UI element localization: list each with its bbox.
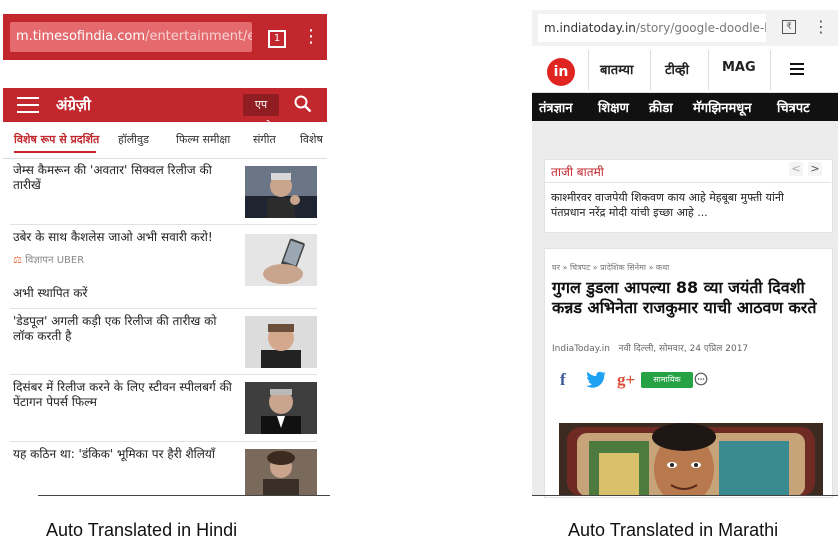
nav-separator [708, 50, 709, 90]
nav-separator [770, 50, 771, 90]
cat-movies[interactable]: चित्रपट [777, 98, 810, 116]
list-item[interactable]: दिसंबर में रिलीज करने के लिए स्टीवन स्पी… [3, 376, 327, 438]
breaking-news-title: ताजी बातमी [551, 165, 604, 179]
tab-featured[interactable]: विशेष रूप से प्रदर्शित [14, 132, 99, 147]
article-byline: IndiaToday.in नवी दिल्ली, सोमवार, 24 एप्… [552, 341, 748, 354]
nav-news[interactable]: बातम्या [600, 60, 633, 78]
search-icon[interactable] [294, 95, 312, 113]
hamburger-menu-icon[interactable] [17, 97, 39, 113]
tab-film-review[interactable]: फिल्म समीक्षा [176, 132, 230, 147]
article-thumbnail [245, 166, 317, 218]
article-thumbnail [245, 316, 317, 368]
cat-technology[interactable]: तंत्रज्ञान [539, 98, 573, 116]
list-item-ad[interactable]: उबेर के साथ कैशलेस जाओ अभी सवारी करो! ⚖ … [3, 226, 327, 306]
toolbar-gap [3, 60, 327, 88]
google-plus-icon[interactable]: g+ [617, 370, 635, 390]
comment-icon[interactable] [694, 372, 708, 386]
article-title: यह कठिन था: 'डंकिक' भूमिका पर हैरी शैलिय… [13, 447, 215, 461]
article-headline: गुगल डुडला आपल्या 88 व्या जयंती दिवशी कन… [552, 278, 817, 317]
tab-music[interactable]: संगीत [253, 132, 276, 147]
tab-hollywood[interactable]: हॉलीवुड [118, 132, 149, 147]
get-app-button[interactable]: एप पाओ [243, 94, 279, 133]
url-host: m.indiatoday.in [544, 21, 636, 35]
ad-cta[interactable]: अभी स्थापित करें [13, 284, 87, 301]
article-title: उबेर के साथ कैशलेस जाओ अभी सवारी करो! [13, 230, 213, 244]
screen-edge [38, 495, 330, 496]
ad-icon: ⚖ [13, 255, 22, 266]
nav-separator [650, 50, 651, 90]
list-item[interactable]: 'डेडपूल' अगली कड़ी एक रिलीज की तारीख को … [3, 310, 327, 372]
cat-sports[interactable]: क्रीडा [649, 98, 673, 116]
chevron-left-icon[interactable]: < [789, 162, 803, 176]
source-name: IndiaToday.in [552, 344, 610, 354]
section-title: अंग्रेज़ी [56, 96, 91, 114]
nav-separator [588, 50, 589, 90]
chevron-right-icon[interactable]: > [808, 162, 822, 176]
url-bar[interactable]: m.indiatoday.in/story/google-doodle-kan [538, 14, 766, 42]
facebook-icon[interactable]: f [560, 370, 566, 390]
right-caption: Auto Translated in Marathi [568, 520, 779, 540]
article-thumbnail [245, 234, 317, 286]
breadcrumb[interactable]: घर » चित्रपट » प्रादेशिक सिनेमा » कथा [552, 262, 669, 273]
screen-edge [532, 495, 838, 496]
whatsapp-share-button[interactable]: सामायिक [641, 372, 693, 388]
cat-magazine[interactable]: मॅगझिनमधून [693, 98, 752, 116]
article-title: दिसंबर में रिलीज करने के लिए स्टीवन स्पी… [13, 380, 232, 409]
tab-special[interactable]: विशेष [300, 132, 323, 147]
category-tabs: विशेष रूप से प्रदर्शित हॉलीवुड फिल्म समी… [3, 122, 327, 159]
tab-switcher-button[interactable]: 1 [268, 30, 286, 48]
list-item[interactable]: यह कठिन था: 'डंकिक' भूमिका पर हैरी शैलिय… [3, 443, 327, 495]
left-caption: Auto Translated in Hindi [46, 520, 238, 540]
article-thumbnail [245, 449, 317, 495]
divider [10, 441, 317, 442]
nav-tv[interactable]: टीव्ही [665, 60, 689, 78]
divider [10, 308, 317, 309]
divider [10, 374, 317, 375]
google-doodle-image[interactable] [559, 423, 823, 496]
divider [544, 182, 831, 183]
url-path: /story/google-doodle-kan [635, 21, 766, 35]
overflow-menu-icon[interactable]: ⋮ [813, 17, 829, 36]
article-thumbnail [245, 382, 317, 434]
dateline: नवी दिल्ली, सोमवार, 24 एप्रिल 2017 [618, 344, 749, 354]
ad-label: ⚖ विज्ञापन UBER [13, 255, 85, 266]
rupee-icon[interactable]: ₹ [782, 20, 796, 34]
url-bar[interactable]: m.timesofindia.com/entertainment/engli [10, 22, 252, 52]
hamburger-menu-icon[interactable] [790, 63, 804, 75]
list-item[interactable]: जेम्स कैमरून की 'अवतार' सिक्वल रिलीज की … [3, 160, 327, 222]
url-path: /entertainment/engli [145, 29, 252, 44]
cat-education[interactable]: शिक्षण [598, 98, 629, 116]
breaking-news-text[interactable]: काश्मीरवर वाजपेयी शिकवण काय आहे मेहबूबा … [551, 190, 821, 220]
divider [10, 224, 317, 225]
site-logo[interactable]: in [547, 58, 575, 86]
twitter-icon[interactable] [585, 371, 607, 389]
nav-mag[interactable]: MAG [722, 60, 756, 75]
article-title: 'डेडपूल' अगली कड़ी एक रिलीज की तारीख को … [13, 314, 217, 343]
article-title: जेम्स कैमरून की 'अवतार' सिक्वल रिलीज की … [13, 163, 212, 192]
overflow-menu-icon[interactable]: ⋮ [302, 26, 320, 47]
url-host: m.timesofindia.com [16, 29, 146, 44]
active-tab-indicator [14, 151, 96, 153]
